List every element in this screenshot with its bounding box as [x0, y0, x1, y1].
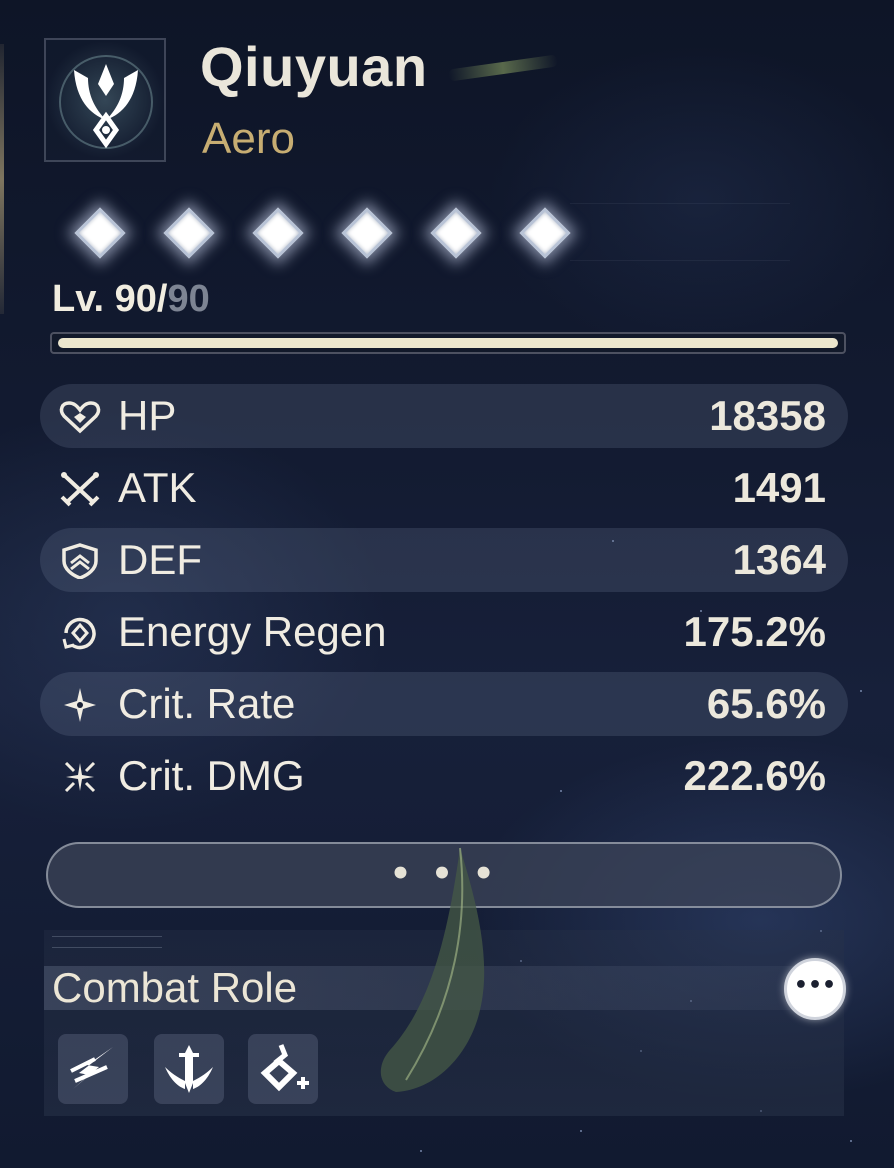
stat-value: 222.6%	[683, 752, 826, 799]
role-lightning-strike[interactable]	[58, 1034, 128, 1104]
heart-icon	[59, 401, 101, 434]
combat-role-info-button[interactable]: •••	[784, 958, 846, 1020]
role-support-heal[interactable]	[248, 1034, 318, 1104]
combat-role-title: Combat Role	[52, 964, 298, 1011]
burst-icon	[64, 761, 96, 793]
level-prefix: Lv.	[52, 278, 115, 320]
more-stats-button[interactable]: • • •	[46, 842, 842, 908]
stat-row-def: DEF 1364	[40, 528, 848, 592]
stat-value: 1491	[732, 464, 826, 511]
stat-value: 18358	[709, 392, 826, 439]
stat-name: HP	[118, 392, 177, 439]
stat-row-crit-dmg: Crit. DMG 222.6%	[40, 744, 848, 808]
energy-regen-icon	[62, 617, 96, 650]
sequence-node-6-diamond-icon[interactable]	[519, 207, 571, 259]
sequence-nodes	[50, 195, 790, 267]
sequence-ornament	[570, 203, 790, 261]
level-label: Lv. 90/90	[52, 278, 210, 321]
panel-tag-ornament	[52, 936, 162, 948]
more-button-label: • • •	[389, 854, 499, 894]
stat-name: Crit. Rate	[118, 680, 296, 727]
stat-row-hp: HP 18358	[40, 384, 848, 448]
sequence-node-3-diamond-icon[interactable]	[252, 207, 304, 259]
sequence-node-5-diamond-icon[interactable]	[430, 207, 482, 259]
stat-row-atk: ATK 1491	[40, 456, 848, 520]
stat-name: ATK	[118, 464, 197, 511]
stat-name: Crit. DMG	[118, 752, 305, 799]
sparkle-icon	[64, 688, 96, 722]
combat-role-panel: Combat Role •••	[44, 930, 846, 1116]
element-emblem	[44, 38, 166, 162]
panel-edge-accent	[0, 44, 4, 314]
sequence-node-1-diamond-icon[interactable]	[74, 207, 126, 259]
stat-value: 1364	[732, 536, 826, 583]
aero-element-icon	[59, 55, 153, 149]
stat-name: Energy Regen	[118, 608, 387, 655]
sword-wings-icon	[165, 1045, 213, 1093]
character-element: Aero	[202, 114, 295, 163]
sequence-node-2-diamond-icon[interactable]	[163, 207, 215, 259]
level-current: 90	[114, 278, 157, 320]
level-max: 90	[167, 278, 210, 320]
shield-icon	[62, 543, 98, 579]
level-progress-bar	[50, 332, 846, 354]
level-separator: /	[156, 278, 168, 320]
stat-row-energy-regen: Energy Regen 175.2%	[40, 600, 848, 664]
support-heal-icon	[260, 1044, 309, 1092]
stat-name: DEF	[118, 536, 202, 583]
sequence-node-4-diamond-icon[interactable]	[341, 207, 393, 259]
stat-value: 65.6%	[706, 680, 826, 727]
role-sword-wings[interactable]	[154, 1034, 224, 1104]
decorative-streak	[447, 54, 559, 82]
character-name: Qiuyuan	[200, 35, 428, 98]
stat-row-crit-rate: Crit. Rate 65.6%	[40, 672, 848, 736]
level-progress-fill	[58, 338, 838, 348]
more-options-icon: •••	[793, 973, 837, 998]
stat-value: 175.2%	[683, 608, 826, 655]
crossed-swords-icon	[60, 472, 100, 507]
lightning-strike-icon	[70, 1047, 113, 1089]
